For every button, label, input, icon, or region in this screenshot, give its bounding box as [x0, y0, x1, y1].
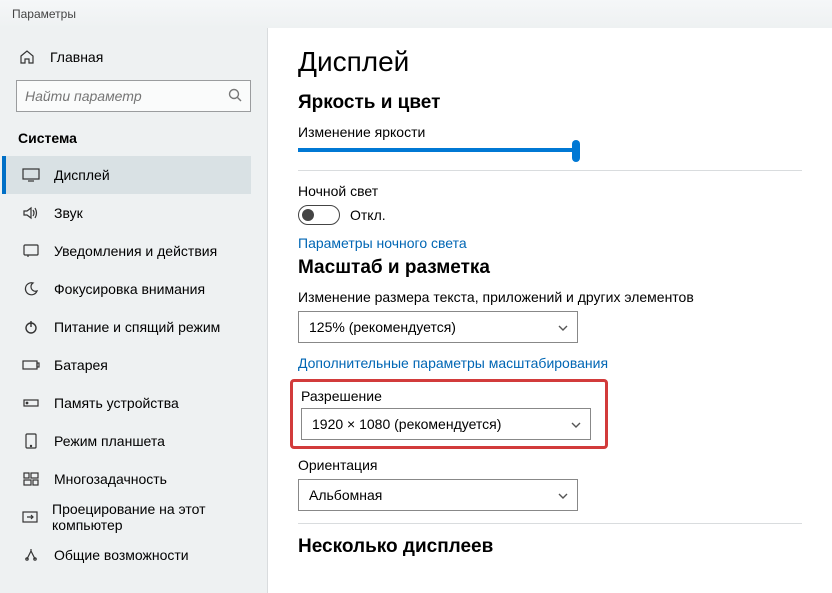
- orientation-value: Альбомная: [309, 487, 382, 503]
- brightness-label: Изменение яркости: [298, 124, 802, 140]
- shared-icon: [22, 546, 40, 564]
- brightness-slider[interactable]: [298, 148, 578, 152]
- focus-icon: [22, 280, 40, 298]
- resolution-label: Разрешение: [301, 388, 597, 404]
- chevron-down-icon: [557, 487, 569, 503]
- sidebar-item-multitask[interactable]: Многозадачность: [2, 460, 251, 498]
- multitask-icon: [22, 470, 40, 488]
- sidebar-item-label: Режим планшета: [54, 433, 165, 449]
- sidebar-item-label: Общие возможности: [54, 547, 189, 563]
- sidebar: Главная Система Дисплей Звук: [0, 28, 268, 593]
- resolution-highlight-annotation: Разрешение 1920 × 1080 (рекомендуется): [290, 379, 608, 449]
- sidebar-item-label: Звук: [54, 205, 83, 221]
- toggle-state-label: Откл.: [350, 207, 386, 223]
- sidebar-home[interactable]: Главная: [16, 40, 251, 80]
- sidebar-item-label: Уведомления и действия: [54, 243, 217, 259]
- orientation-select[interactable]: Альбомная: [298, 479, 578, 511]
- sidebar-nav: Дисплей Звук Уведомления и действия Фоку…: [16, 156, 251, 574]
- tablet-icon: [22, 432, 40, 450]
- sidebar-item-label: Фокусировка внимания: [54, 281, 205, 297]
- night-light-settings-link[interactable]: Параметры ночного света: [298, 235, 802, 251]
- power-icon: [22, 318, 40, 336]
- sidebar-item-label: Память устройства: [54, 395, 179, 411]
- resolution-value: 1920 × 1080 (рекомендуется): [312, 416, 501, 432]
- resolution-select[interactable]: 1920 × 1080 (рекомендуется): [301, 408, 591, 440]
- multi-display-section-title: Несколько дисплеев: [298, 536, 802, 558]
- search-input[interactable]: [16, 80, 251, 112]
- sidebar-item-label: Многозадачность: [54, 471, 167, 487]
- battery-icon: [22, 356, 40, 374]
- notifications-icon: [22, 242, 40, 260]
- sidebar-section-label: Система: [18, 130, 251, 146]
- sidebar-item-shared[interactable]: Общие возможности: [2, 536, 251, 574]
- storage-icon: [22, 394, 40, 412]
- brightness-section-title: Яркость и цвет: [298, 92, 802, 114]
- sidebar-item-project[interactable]: Проецирование на этот компьютер: [2, 498, 251, 536]
- sidebar-item-notifications[interactable]: Уведомления и действия: [2, 232, 251, 270]
- sound-icon: [22, 204, 40, 222]
- sidebar-item-storage[interactable]: Память устройства: [2, 384, 251, 422]
- sidebar-item-focus[interactable]: Фокусировка внимания: [2, 270, 251, 308]
- chevron-down-icon: [570, 416, 582, 432]
- divider: [298, 523, 802, 524]
- night-light-label: Ночной свет: [298, 183, 802, 199]
- night-light-toggle[interactable]: [298, 205, 340, 225]
- content-area: Дисплей Яркость и цвет Изменение яркости…: [268, 28, 832, 593]
- scale-value: 125% (рекомендуется): [309, 319, 456, 335]
- window-title: Параметры: [12, 7, 76, 21]
- scale-section-title: Масштаб и разметка: [298, 257, 802, 279]
- title-bar: Параметры: [0, 0, 832, 28]
- sidebar-item-sound[interactable]: Звук: [2, 194, 251, 232]
- orientation-label: Ориентация: [298, 457, 802, 473]
- search-icon: [227, 87, 243, 106]
- divider: [298, 170, 802, 171]
- sidebar-item-label: Питание и спящий режим: [54, 319, 220, 335]
- sidebar-item-tablet[interactable]: Режим планшета: [2, 422, 251, 460]
- home-icon: [18, 48, 36, 66]
- display-icon: [22, 166, 40, 184]
- search-box[interactable]: [16, 80, 251, 112]
- sidebar-item-label: Батарея: [54, 357, 108, 373]
- page-title: Дисплей: [298, 46, 802, 78]
- toggle-knob: [302, 209, 314, 221]
- sidebar-item-label: Проецирование на этот компьютер: [52, 501, 245, 533]
- scale-select[interactable]: 125% (рекомендуется): [298, 311, 578, 343]
- slider-thumb[interactable]: [572, 140, 580, 162]
- sidebar-item-battery[interactable]: Батарея: [2, 346, 251, 384]
- sidebar-item-display[interactable]: Дисплей: [2, 156, 251, 194]
- sidebar-home-label: Главная: [50, 49, 103, 65]
- scale-label: Изменение размера текста, приложений и д…: [298, 289, 802, 305]
- sidebar-item-power[interactable]: Питание и спящий режим: [2, 308, 251, 346]
- project-icon: [22, 508, 38, 526]
- chevron-down-icon: [557, 319, 569, 335]
- sidebar-item-label: Дисплей: [54, 167, 110, 183]
- advanced-scaling-link[interactable]: Дополнительные параметры масштабирования: [298, 355, 802, 371]
